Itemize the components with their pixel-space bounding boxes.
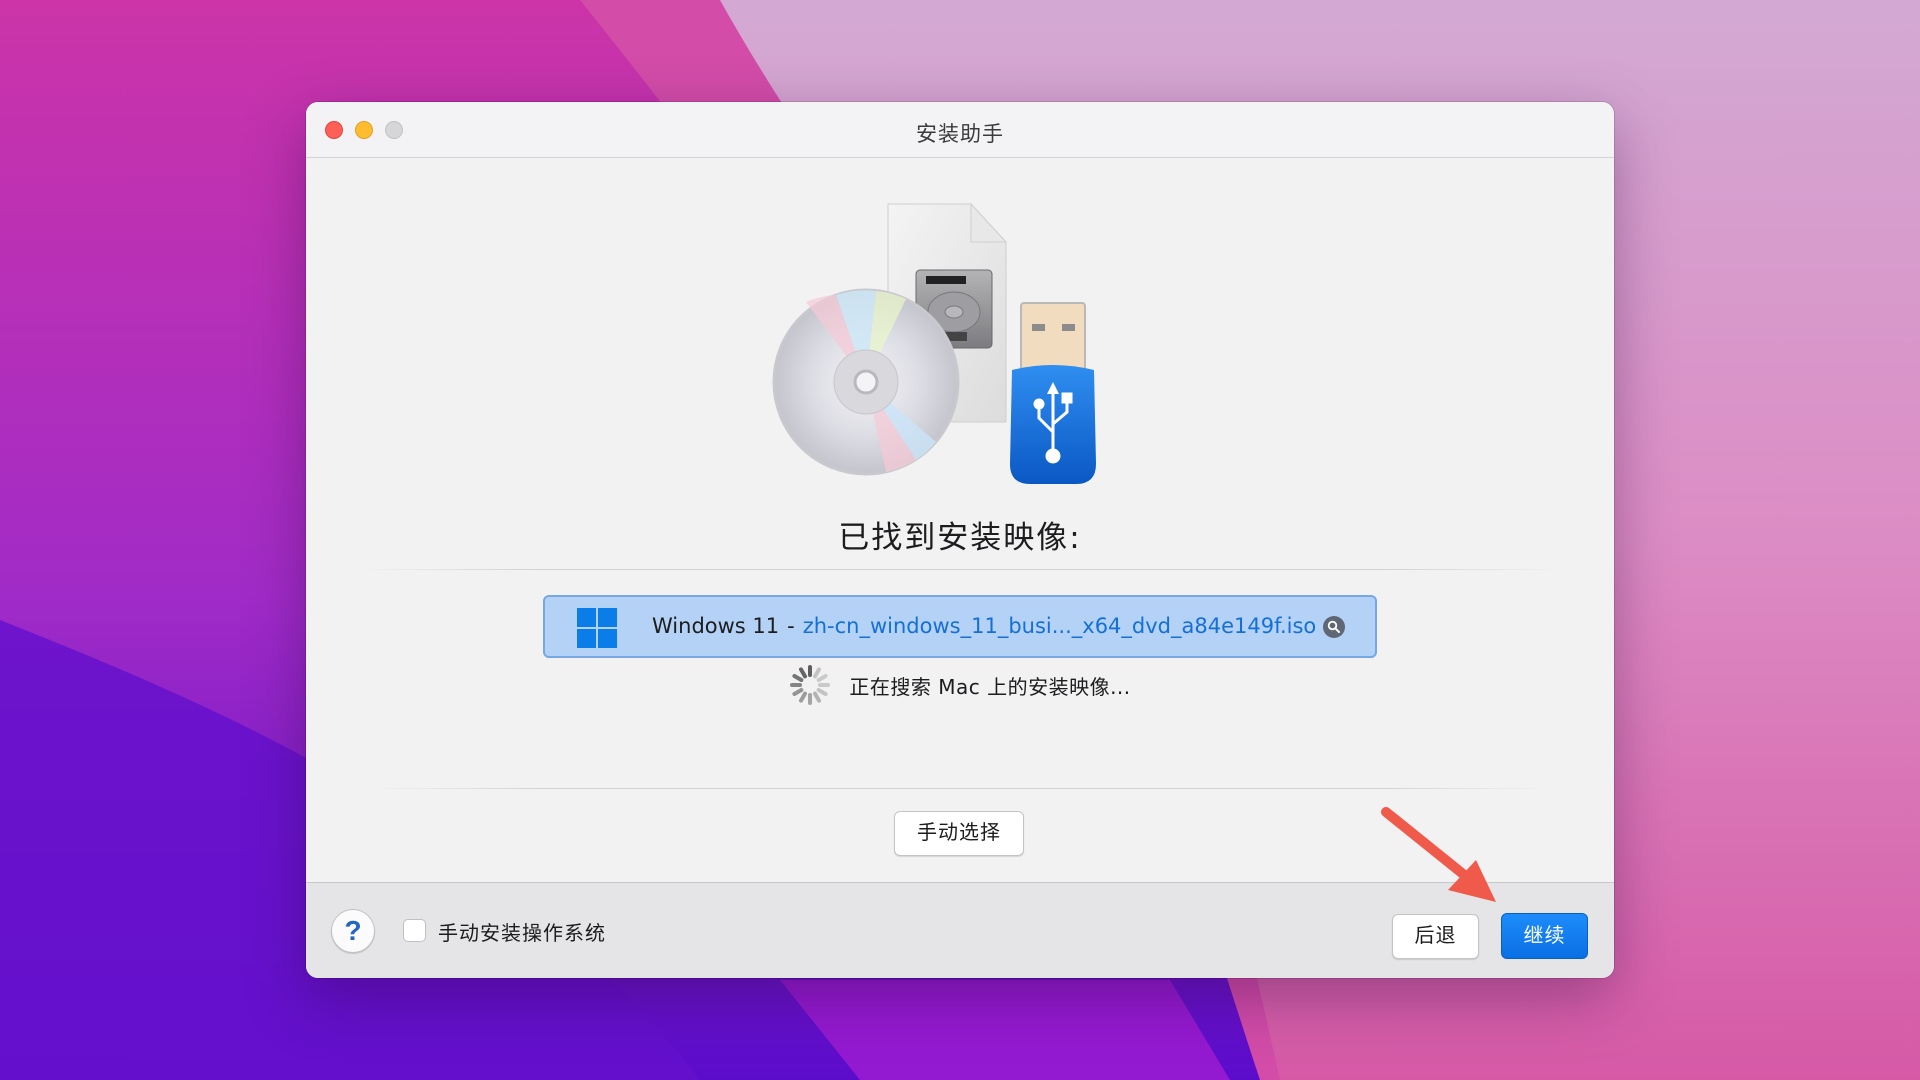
title-bar[interactable]: 安装助手 — [306, 102, 1614, 158]
found-image-row[interactable]: Windows 11- zh-cn_windows_11_busi..._x64_… — [543, 595, 1377, 658]
loading-spinner-icon — [789, 664, 831, 706]
installation-assistant-window: 安装助手 已找到安装映像: Windows 11 - zh-cn_windows… — [306, 102, 1614, 978]
footer-bar: ? 手动安装操作系统 后退 继续 — [306, 882, 1614, 978]
found-image-heading: 已找到安装映像: — [838, 520, 1082, 556]
show-in-finder-button[interactable] — [1323, 616, 1345, 638]
disc-icon — [772, 288, 960, 476]
search-status-text: 正在搜索 Mac 上的安装映像... — [849, 674, 1131, 699]
manual-install-checkbox[interactable] — [403, 919, 426, 942]
windows-logo-icon — [577, 608, 617, 648]
found-image-label: Windows 11- zh-cn_windows_11_busi..._x64_… — [652, 614, 1316, 638]
manual-install-checkbox-label[interactable]: 手动安装操作系统 — [438, 917, 606, 946]
divider — [356, 569, 1564, 570]
continue-button[interactable]: 继续 — [1501, 913, 1588, 959]
help-button[interactable]: ? — [331, 909, 375, 953]
os-name: Windows 11 — [652, 614, 780, 638]
os-file-separator: - — [787, 614, 795, 638]
magnifier-icon — [1327, 620, 1340, 633]
divider — [366, 788, 1554, 789]
usb-drive-icon — [1010, 302, 1096, 484]
iso-file-name: zh-cn_windows_11_busi..._x64_dvd_a84e149… — [802, 614, 1317, 638]
install-media-illustration — [772, 202, 1096, 484]
manual-select-button[interactable]: 手动选择 — [894, 811, 1024, 856]
search-status: 正在搜索 Mac 上的安装映像... — [306, 662, 1614, 708]
window-title: 安装助手 — [916, 122, 1004, 146]
back-button[interactable]: 后退 — [1392, 914, 1479, 959]
